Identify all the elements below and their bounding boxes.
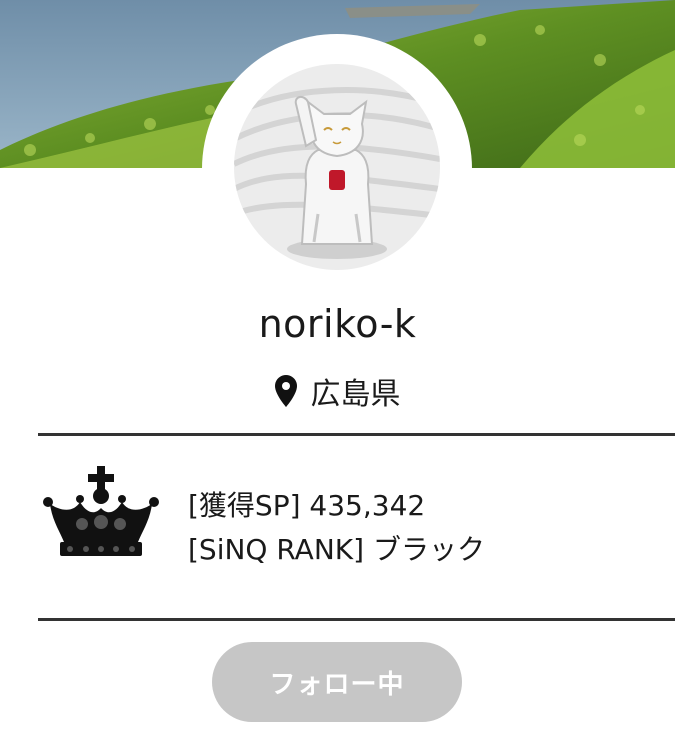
rank-stats: [獲得SP] 435,342 [SiNQ RANK] ブラック [188, 484, 485, 572]
lucky-cat-image [234, 64, 440, 270]
location-text: 広島県 [310, 377, 401, 412]
following-button[interactable]: フォロー中 [212, 642, 462, 722]
rank-label: [SiNQ RANK] [188, 533, 365, 566]
avatar[interactable] [234, 64, 440, 270]
crown-icon [42, 462, 160, 560]
map-pin-icon [274, 375, 297, 407]
points-label: [獲得SP] [188, 489, 301, 522]
rank-row: [SiNQ RANK] ブラック [188, 528, 485, 572]
points-row: [獲得SP] 435,342 [188, 484, 485, 528]
points-value: 435,342 [309, 489, 426, 522]
profile-location: 広島県 [0, 366, 675, 416]
divider [38, 433, 675, 436]
profile-username: noriko-k [258, 302, 417, 346]
divider [38, 618, 675, 621]
rank-value: ブラック [372, 533, 485, 566]
